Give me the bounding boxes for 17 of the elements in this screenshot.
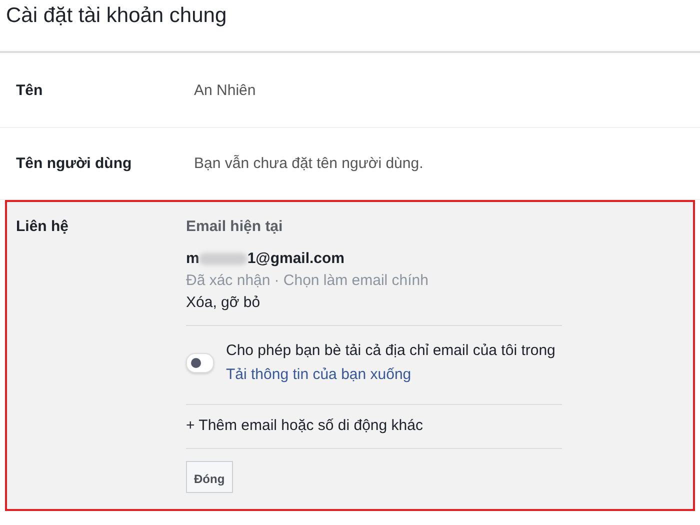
page-title: Cài đặt tài khoản chung: [0, 0, 700, 53]
download-info-link[interactable]: Tải thông tin của bạn xuống: [226, 366, 412, 383]
field-label: Liên hệ: [15, 218, 70, 235]
email-text: 1@gmail.com: [247, 250, 344, 267]
email-text: m: [186, 250, 200, 267]
add-contact-link[interactable]: + Thêm email hoặc số di động khác: [186, 405, 562, 434]
section-heading: Email hiện tại: [186, 218, 284, 235]
field-label: Tên người dùng: [15, 155, 133, 172]
toggle-description: Cho phép bạn bè tải cả địa chỉ email của tôi trong Tải thông tin của bạn xuống: [226, 341, 556, 385]
remove-link[interactable]: Xóa, gỡ bỏ: [186, 294, 562, 311]
blurred-text: [199, 252, 248, 264]
verified-status: Đã xác nhận: [186, 272, 270, 289]
field-label: Tên: [15, 82, 44, 98]
close-button[interactable]: Đóng: [186, 461, 233, 493]
field-value: An Nhiên: [194, 82, 256, 98]
field-value: Bạn vẫn chưa đặt tên người dùng.: [194, 155, 424, 172]
toggle-switch[interactable]: [186, 353, 214, 373]
